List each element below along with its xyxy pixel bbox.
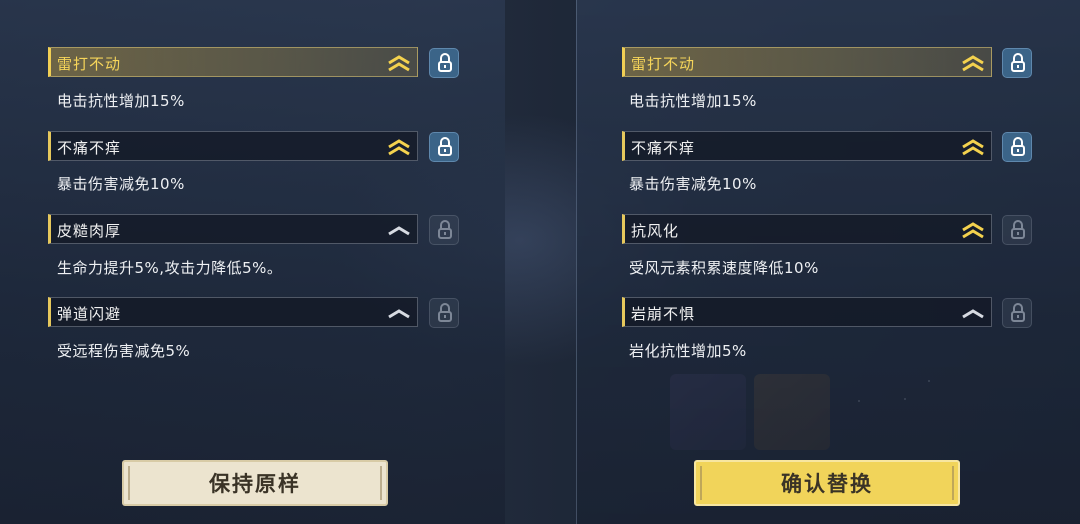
- padlock-icon: [1011, 137, 1025, 156]
- double-chevron-up-icon: [388, 139, 410, 156]
- trait-row-1[interactable]: 雷打不动: [622, 47, 992, 77]
- button-corner-ornament: [366, 466, 382, 500]
- double-chevron-up-icon: [962, 55, 984, 72]
- single-chevron-up-icon: [388, 226, 410, 236]
- trait-row-3[interactable]: 皮糙肉厚: [48, 214, 418, 244]
- current-traits-panel: 雷打不动 电击抗性增加15% 不痛不痒 暴击伤害减免10% 皮糙肉厚 生命力提升…: [0, 0, 505, 524]
- confirm-replace-button[interactable]: 确认替换: [694, 460, 960, 506]
- trait-row-1[interactable]: 雷打不动: [48, 47, 418, 77]
- trait-name: 岩崩不惧: [631, 305, 696, 323]
- padlock-icon: [1011, 53, 1025, 72]
- trait-name: 抗风化: [631, 222, 680, 240]
- single-chevron-up-icon: [388, 309, 410, 319]
- padlock-icon: [438, 137, 452, 156]
- button-corner-ornament: [938, 466, 954, 500]
- padlock-icon: [438, 220, 452, 239]
- trait-description: 生命力提升5%,攻击力降低5%。: [57, 259, 283, 277]
- button-corner-ornament: [700, 466, 716, 500]
- lock-button[interactable]: [429, 215, 459, 245]
- trait-description: 受远程伤害减免5%: [57, 342, 191, 360]
- lock-button[interactable]: [1002, 298, 1032, 328]
- trait-description: 电击抗性增加15%: [629, 92, 757, 110]
- double-chevron-up-icon: [962, 139, 984, 156]
- trait-row-4[interactable]: 岩崩不惧: [622, 297, 992, 327]
- single-chevron-up-icon: [962, 309, 984, 319]
- trait-name: 不痛不痒: [57, 139, 122, 157]
- trait-row-4[interactable]: 弹道闪避: [48, 297, 418, 327]
- trait-row-3[interactable]: 抗风化: [622, 214, 992, 244]
- trait-name: 雷打不动: [57, 55, 122, 73]
- double-chevron-up-icon: [962, 222, 984, 239]
- trait-name: 皮糙肉厚: [57, 222, 122, 240]
- padlock-icon: [438, 303, 452, 322]
- keep-original-button[interactable]: 保持原样: [122, 460, 388, 506]
- padlock-icon: [438, 53, 452, 72]
- new-traits-panel: 雷打不动 电击抗性增加15% 不痛不痒 暴击伤害减免10% 抗风化 受风元素积累…: [576, 0, 1080, 524]
- lock-button[interactable]: [1002, 215, 1032, 245]
- trait-name: 不痛不痒: [631, 139, 696, 157]
- trait-description: 暴击伤害减免10%: [57, 175, 185, 193]
- lock-button[interactable]: [429, 48, 459, 78]
- trait-row-2[interactable]: 不痛不痒: [48, 131, 418, 161]
- trait-row-2[interactable]: 不痛不痒: [622, 131, 992, 161]
- double-chevron-up-icon: [388, 55, 410, 72]
- trait-description: 岩化抗性增加5%: [629, 342, 747, 360]
- trait-description: 受风元素积累速度降低10%: [629, 259, 819, 277]
- trait-description: 暴击伤害减免10%: [629, 175, 757, 193]
- button-corner-ornament: [128, 466, 144, 500]
- padlock-icon: [1011, 220, 1025, 239]
- keep-original-label: 保持原样: [209, 472, 301, 496]
- padlock-icon: [1011, 303, 1025, 322]
- lock-button[interactable]: [429, 298, 459, 328]
- lock-button[interactable]: [1002, 132, 1032, 162]
- trait-description: 电击抗性增加15%: [57, 92, 185, 110]
- trait-name: 雷打不动: [631, 55, 696, 73]
- lock-button[interactable]: [1002, 48, 1032, 78]
- trait-name: 弹道闪避: [57, 305, 122, 323]
- confirm-replace-label: 确认替换: [781, 472, 873, 496]
- lock-button[interactable]: [429, 132, 459, 162]
